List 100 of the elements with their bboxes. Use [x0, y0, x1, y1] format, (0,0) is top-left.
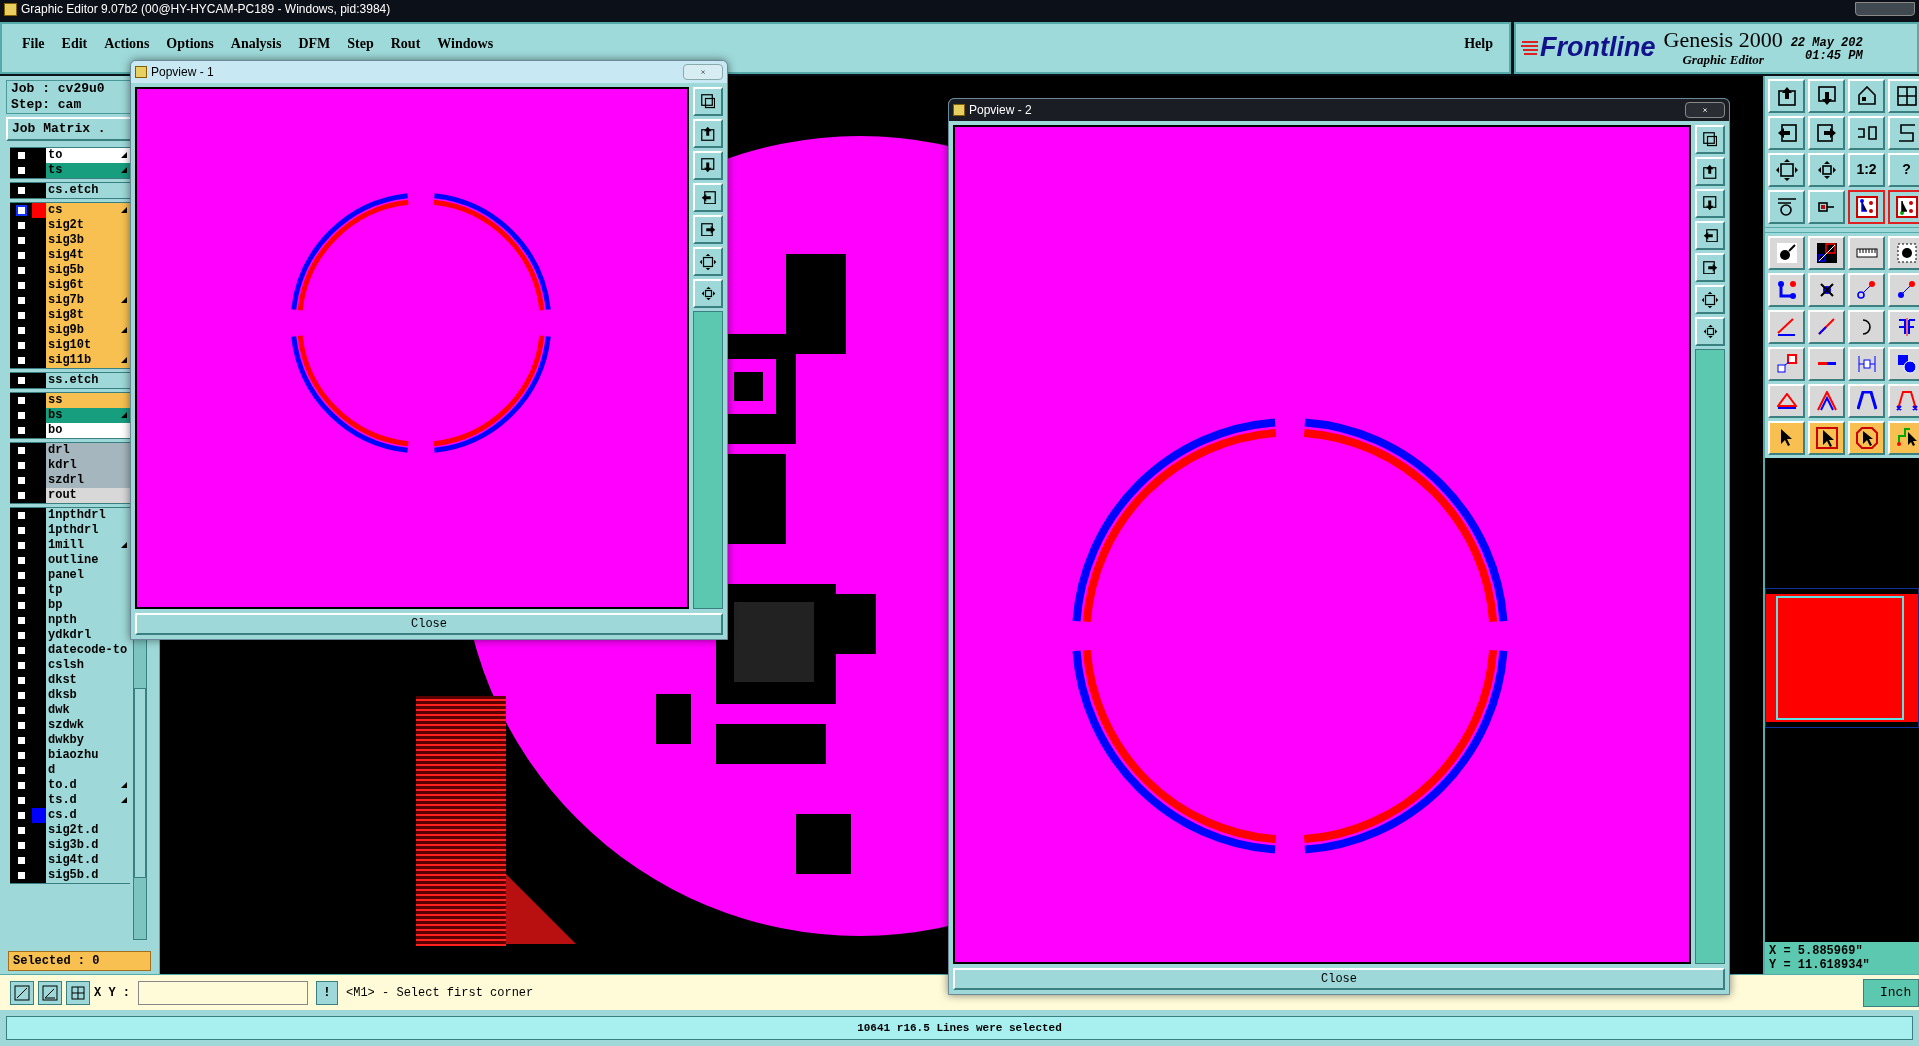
pointer-icon	[1780, 428, 1793, 448]
tool-button[interactable]	[1888, 346, 1919, 381]
home-icon	[1857, 86, 1876, 106]
layer-name[interactable]: drl	[46, 442, 130, 458]
view-tool-button[interactable]	[1695, 253, 1725, 282]
tool-button[interactable]	[1888, 78, 1919, 113]
tool-button[interactable]	[1848, 420, 1885, 455]
tool-button[interactable]	[1768, 235, 1805, 270]
close-icon	[700, 69, 706, 75]
selected-count: Selected : 0	[8, 951, 151, 972]
menu-item[interactable]: Analysis	[230, 33, 282, 54]
tool-button[interactable]	[1888, 235, 1919, 270]
menu-item[interactable]: Windows	[437, 33, 494, 54]
arrow-right-icon	[1702, 260, 1718, 275]
layer-name[interactable]: cs.etch	[46, 182, 130, 198]
app-icon	[135, 66, 147, 78]
tool-button[interactable]	[1768, 189, 1805, 224]
arc-icon	[1862, 318, 1871, 335]
segment-icon	[1816, 361, 1837, 367]
menu-item[interactable]: Rout	[390, 33, 421, 54]
grid-tool-button[interactable]	[66, 980, 90, 1005]
menu-item[interactable]: File	[22, 33, 45, 54]
close-button[interactable]: Close	[953, 968, 1725, 990]
tool-button[interactable]	[1808, 420, 1845, 455]
layer-name[interactable]: cs	[46, 202, 130, 218]
tool-button[interactable]	[1808, 346, 1845, 381]
step-name: Step: cam	[11, 96, 83, 113]
menu-item[interactable]: Options	[166, 33, 214, 54]
window-controls[interactable]	[1855, 2, 1915, 16]
tool-button[interactable]	[1808, 235, 1845, 270]
view-tool-button[interactable]	[693, 279, 723, 308]
tool-button[interactable]	[1888, 309, 1919, 344]
view-tool-button[interactable]	[693, 151, 723, 180]
angle-tool-button[interactable]	[38, 980, 62, 1005]
tool-button[interactable]	[1848, 78, 1885, 113]
units-dropdown[interactable]: Inch	[1863, 978, 1919, 1007]
help-menu[interactable]: Help	[1464, 33, 1493, 54]
tool-button[interactable]	[1808, 383, 1845, 418]
tool-button[interactable]	[1808, 152, 1845, 187]
triangle-icon	[1776, 392, 1797, 409]
tool-button[interactable]	[1808, 189, 1845, 224]
tool-button[interactable]	[1768, 115, 1805, 150]
menu-item[interactable]: Edit	[61, 33, 88, 54]
tool-button[interactable]: ?	[1888, 152, 1919, 187]
brand-logo: Frontline	[1540, 34, 1656, 62]
menu-item[interactable]: Actions	[104, 33, 150, 54]
tool-button[interactable]	[1808, 115, 1845, 150]
zoom-in-icon	[1816, 159, 1837, 180]
tool-button[interactable]	[1808, 272, 1845, 307]
close-button[interactable]: Close	[135, 613, 723, 635]
view-tool-button[interactable]	[1695, 285, 1725, 314]
window-title: Popview - 2	[969, 102, 1032, 119]
connect-icon	[1897, 280, 1916, 300]
tool-button[interactable]	[1768, 420, 1805, 455]
xy-input-field[interactable]	[138, 980, 308, 1005]
tool-button[interactable]	[1848, 309, 1885, 344]
node-link-icon	[1776, 279, 1797, 300]
view-tool-button[interactable]	[1695, 125, 1725, 154]
tool-button[interactable]	[1888, 189, 1919, 224]
tool-button[interactable]	[1768, 272, 1805, 307]
tool-button[interactable]	[1768, 309, 1805, 344]
view-tool-button[interactable]	[693, 119, 723, 148]
view-tool-button[interactable]	[693, 247, 723, 276]
measure-icon	[1857, 354, 1876, 373]
exclaim-button[interactable]: !	[316, 980, 338, 1005]
tool-button[interactable]	[1888, 383, 1919, 418]
view-tool-button[interactable]	[1695, 221, 1725, 250]
tool-button[interactable]	[1848, 383, 1885, 418]
view-tool-button[interactable]	[693, 215, 723, 244]
tool-button[interactable]	[1808, 78, 1845, 113]
view-tool-button[interactable]	[693, 183, 723, 212]
tool-button[interactable]	[1768, 78, 1805, 113]
tool-button[interactable]	[1848, 115, 1885, 150]
layer-name[interactable]: ss.etch	[46, 372, 130, 388]
zoom-fit-icon	[1701, 290, 1719, 309]
tool-button[interactable]	[1888, 115, 1919, 150]
frame-icon	[700, 94, 716, 109]
tool-button[interactable]	[1848, 272, 1885, 307]
view-tool-button[interactable]	[1695, 189, 1725, 218]
cross-pad-icon	[1819, 282, 1834, 297]
scrollbar[interactable]	[693, 311, 723, 609]
layer-name[interactable]: to	[46, 147, 130, 163]
product-name: Genesis 2000	[1663, 28, 1783, 53]
draw-tool-button[interactable]	[10, 980, 34, 1005]
window-title: Graphic Editor 9.07b2 (00@HY-HYCAM-PC189 - Windows, pid:3984)	[21, 1, 391, 18]
tool-button[interactable]	[1768, 383, 1805, 418]
tool-button[interactable]	[1848, 189, 1885, 224]
menu-item[interactable]: Step	[347, 33, 374, 54]
view-tool-button[interactable]	[1695, 317, 1725, 346]
view-tool-button[interactable]	[693, 87, 723, 116]
tool-button[interactable]	[1888, 272, 1919, 307]
layer-name[interactable]: ss	[46, 392, 130, 408]
layer-name[interactable]: 1npthdrl	[46, 507, 130, 523]
menu-item[interactable]: DFM	[298, 33, 331, 54]
tool-button[interactable]	[1768, 152, 1805, 187]
view-tool-button[interactable]	[1695, 157, 1725, 186]
tool-button[interactable]	[1888, 420, 1919, 455]
scrollbar[interactable]	[1695, 349, 1725, 964]
close-button[interactable]	[1685, 102, 1725, 118]
tool-button[interactable]: 1:2	[1848, 152, 1885, 187]
